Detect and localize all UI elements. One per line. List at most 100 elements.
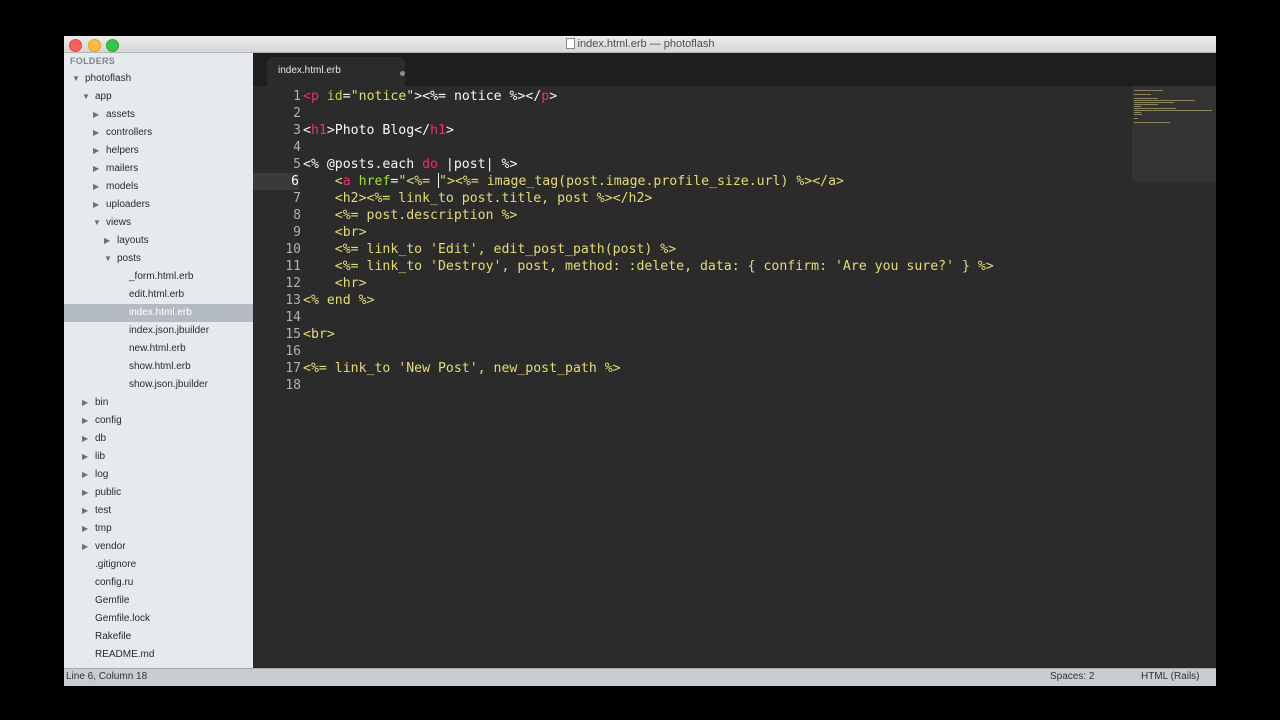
- sidebar-folder[interactable]: ▶ db: [64, 430, 253, 448]
- disclosure-closed-icon[interactable]: ▶: [93, 124, 99, 142]
- sidebar-file[interactable]: edit.html.erb: [64, 286, 253, 304]
- tab-label: index.html.erb: [278, 65, 341, 76]
- sidebar-folder[interactable]: ▶ models: [64, 178, 253, 196]
- line-number: 3: [293, 123, 301, 138]
- code-line[interactable]: <%= link_to 'Edit', edit_post_path(post)…: [303, 241, 676, 258]
- sidebar-folder[interactable]: ▶ uploaders: [64, 196, 253, 214]
- sidebar-folder[interactable]: ▶ assets: [64, 106, 253, 124]
- disclosure-open-icon[interactable]: ▼: [82, 88, 90, 106]
- minimap-line: [1134, 90, 1163, 91]
- code-line[interactable]: <hr>: [303, 275, 367, 292]
- unsaved-dot-icon[interactable]: [400, 71, 405, 76]
- sidebar-folder[interactable]: ▶ config: [64, 412, 253, 430]
- disclosure-closed-icon[interactable]: ▶: [82, 502, 88, 520]
- disclosure-closed-icon[interactable]: ▶: [82, 412, 88, 430]
- sidebar-item-label: new.html.erb: [129, 343, 186, 354]
- code-line[interactable]: <% end %>: [303, 292, 374, 309]
- sidebar-folder[interactable]: ▶ layouts: [64, 232, 253, 250]
- sidebar-item-label: log: [95, 469, 109, 480]
- disclosure-closed-icon[interactable]: ▶: [82, 466, 88, 484]
- line-number: 2: [293, 106, 301, 121]
- sidebar-folder[interactable]: ▶ test: [64, 502, 253, 520]
- minimap-line: [1134, 100, 1196, 101]
- line-number: 17: [285, 361, 301, 376]
- window-title-text: index.html.erb — photoflash: [577, 38, 715, 50]
- disclosure-closed-icon[interactable]: ▶: [93, 106, 99, 124]
- disclosure-closed-icon[interactable]: ▶: [104, 232, 110, 250]
- sidebar-file[interactable]: new.html.erb: [64, 340, 253, 358]
- sidebar-folder[interactable]: ▼ app: [64, 88, 253, 106]
- sidebar-item-label: models: [106, 181, 139, 192]
- status-bar: Line 6, Column 18 Spaces: 2 HTML (Rails): [64, 668, 1216, 686]
- code-line[interactable]: <% @posts.each do |post| %>: [303, 156, 517, 173]
- line-number: 5: [293, 157, 301, 172]
- disclosure-closed-icon[interactable]: ▶: [82, 484, 88, 502]
- window-title: index.html.erb — photoflash: [64, 36, 1216, 52]
- sidebar-folder[interactable]: ▶ public: [64, 484, 253, 502]
- syntax-selector[interactable]: HTML (Rails): [1141, 671, 1200, 682]
- sidebar-file[interactable]: Rakefile: [64, 628, 253, 646]
- sidebar-item-label: show.html.erb: [129, 361, 191, 372]
- code-line[interactable]: <br>: [303, 326, 335, 343]
- title-bar[interactable]: index.html.erb — photoflash: [64, 36, 1216, 53]
- disclosure-open-icon[interactable]: ▼: [93, 214, 101, 232]
- sidebar-folder[interactable]: ▶ controllers: [64, 124, 253, 142]
- sidebar-folder[interactable]: ▼ photoflash: [64, 70, 253, 88]
- minimap-line: [1134, 122, 1170, 123]
- disclosure-closed-icon[interactable]: ▶: [82, 430, 88, 448]
- sidebar-item-label: db: [95, 433, 107, 444]
- sidebar-folder[interactable]: ▼ posts: [64, 250, 253, 268]
- sidebar-folder[interactable]: ▶ bin: [64, 394, 253, 412]
- sidebar-folder[interactable]: ▶ log: [64, 466, 253, 484]
- minimap-line: [1134, 108, 1177, 109]
- sidebar-item-label: README.md: [95, 649, 155, 660]
- sidebar-folder[interactable]: ▼ views: [64, 214, 253, 232]
- disclosure-closed-icon[interactable]: ▶: [93, 178, 99, 196]
- disclosure-open-icon[interactable]: ▼: [104, 250, 112, 268]
- disclosure-open-icon[interactable]: ▼: [72, 70, 80, 88]
- code-line[interactable]: <h1>Photo Blog</h1>: [303, 122, 454, 139]
- minimap[interactable]: [1132, 86, 1216, 182]
- disclosure-closed-icon[interactable]: ▶: [82, 520, 88, 538]
- sidebar-file[interactable]: Gemfile: [64, 592, 253, 610]
- minimap-line: [1134, 118, 1138, 119]
- code-line[interactable]: <br>: [303, 224, 367, 241]
- tab-index-html-erb[interactable]: index.html.erb: [267, 57, 405, 86]
- sidebar-file[interactable]: index.json.jbuilder: [64, 322, 253, 340]
- sidebar-folder[interactable]: ▶ mailers: [64, 160, 253, 178]
- sidebar-file[interactable]: show.json.jbuilder: [64, 376, 253, 394]
- sidebar-file[interactable]: config.ru: [64, 574, 253, 592]
- disclosure-closed-icon[interactable]: ▶: [82, 448, 88, 466]
- disclosure-closed-icon[interactable]: ▶: [82, 394, 88, 412]
- code-line[interactable]: <%= post.description %>: [303, 207, 518, 224]
- sidebar-folder[interactable]: ▶ helpers: [64, 142, 253, 160]
- sidebar-file[interactable]: _form.html.erb: [64, 268, 253, 286]
- code-line[interactable]: <%= link_to 'New Post', new_post_path %>: [303, 360, 621, 377]
- disclosure-closed-icon[interactable]: ▶: [93, 196, 99, 214]
- sidebar-item-label: Gemfile.lock: [95, 613, 151, 624]
- indentation-setting[interactable]: Spaces: 2: [1050, 671, 1094, 682]
- disclosure-closed-icon[interactable]: ▶: [93, 160, 99, 178]
- sidebar-file[interactable]: .gitignore: [64, 556, 253, 574]
- sidebar-file[interactable]: show.html.erb: [64, 358, 253, 376]
- sidebar-file[interactable]: README.md: [64, 646, 253, 664]
- sidebar-file[interactable]: Gemfile.lock: [64, 610, 253, 628]
- sidebar-item-label: assets: [106, 109, 135, 120]
- sidebar-item-label: bin: [95, 397, 109, 408]
- sidebar-folder[interactable]: ▶ lib: [64, 448, 253, 466]
- minimap-line: [1134, 102, 1174, 103]
- minimap-line: [1134, 114, 1143, 115]
- disclosure-closed-icon[interactable]: ▶: [93, 142, 99, 160]
- code-line[interactable]: <p id="notice"><%= notice %></p>: [303, 88, 557, 105]
- code-line[interactable]: <%= link_to 'Destroy', post, method: :de…: [303, 258, 994, 275]
- minimap-line: [1134, 106, 1142, 107]
- minimap-line: [1134, 94, 1152, 95]
- code-editor[interactable]: 1 2 3 4 5 6 7 8 9 10 11 12 13 14 15 16 1…: [253, 86, 1216, 668]
- code-line[interactable]: <a href="<%= "><%= image_tag(post.image.…: [303, 173, 844, 190]
- sidebar-file[interactable]: index.html.erb: [64, 304, 253, 322]
- code-line[interactable]: <h2><%= link_to post.title, post %></h2>: [303, 190, 653, 207]
- line-number: 11: [285, 259, 301, 274]
- disclosure-closed-icon[interactable]: ▶: [82, 538, 88, 556]
- sidebar-folder[interactable]: ▶ vendor: [64, 538, 253, 556]
- sidebar-folder[interactable]: ▶ tmp: [64, 520, 253, 538]
